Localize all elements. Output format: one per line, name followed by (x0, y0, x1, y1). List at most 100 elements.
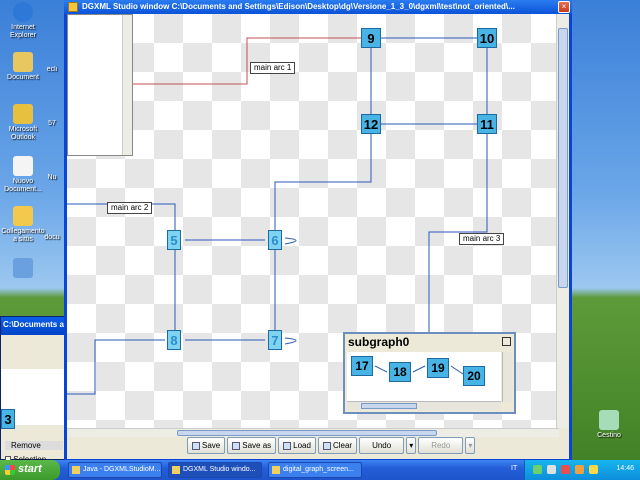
edge-12-6 (274, 134, 372, 232)
clear-icon (322, 441, 331, 450)
chevron-down-icon: ▾ (409, 441, 414, 450)
taskbar-item-label: DGXML Studio windo... (183, 466, 256, 473)
dgxml-studio-window[interactable]: DGXML Studio window C:\Documents and Set… (64, 0, 572, 462)
desktop-icon-label: Microsoft Outlook (8, 126, 38, 141)
java-tray-icon[interactable] (575, 465, 584, 474)
graph-node-7[interactable]: 7 (268, 330, 282, 350)
redo-dropdown-button[interactable]: ▾ (465, 437, 476, 454)
desktop-icon-network[interactable] (0, 258, 46, 280)
edge-19-20 (450, 365, 464, 375)
floppy-icon (192, 441, 200, 450)
desktop-icon-label: Nu (47, 174, 57, 181)
undo-button[interactable]: Undo (359, 437, 405, 454)
graph-node-9[interactable]: 9 (361, 28, 381, 48)
subgraph-title: subgraph0 (348, 335, 410, 349)
subgraph-frame[interactable]: subgraph0 17 18 19 20 (343, 332, 516, 414)
desktop-icon-label: 57 (48, 120, 56, 127)
graph-canvas[interactable]: 9 10 12 11 5 6 8 7 main arc 1 main arc 2… (67, 14, 559, 428)
system-tray: IT 14:46 (511, 460, 640, 480)
desktop-icon-label: Cestino (597, 432, 621, 439)
save-as-button[interactable]: Save as (227, 437, 277, 454)
graph-node-5[interactable]: 5 (167, 230, 181, 250)
desktop-icon-recycle-bin[interactable]: Cestino (586, 410, 632, 440)
app-icon (68, 2, 78, 12)
arc-label-main-arc-1[interactable]: main arc 1 (250, 62, 296, 74)
desktop-icon-col2[interactable]: ecli (40, 66, 64, 74)
bottom-toolbar: Save Save as Load Clear Undo ▾ Redo ▾ (187, 437, 476, 455)
subgraph-vertical-scrollbar[interactable] (502, 352, 512, 402)
desktop-icon-label: Document (7, 74, 39, 81)
subgraph-horizontal-scrollbar[interactable] (347, 401, 501, 410)
arc-label-main-arc-2[interactable]: main arc 2 (107, 202, 153, 214)
clear-button-label: Clear (332, 441, 353, 450)
graph-node-6[interactable]: 6 (268, 230, 282, 250)
taskbar-item-label: digital_graph_screen... (283, 466, 354, 473)
taskbar: start Java - DGXMLStudioM... DGXML Studi… (0, 460, 640, 480)
taskbar-clock[interactable]: 14:46 (616, 465, 634, 472)
save-as-icon (232, 441, 241, 450)
image-icon (272, 466, 280, 474)
subgraph-canvas[interactable]: 17 18 19 20 (347, 352, 501, 402)
update-tray-icon[interactable] (589, 465, 598, 474)
text-document-icon (13, 156, 33, 176)
taskbar-item-dgxml[interactable]: DGXML Studio windo... (168, 462, 262, 478)
graph-node-12[interactable]: 12 (361, 114, 381, 134)
subgraph-maximize-icon[interactable] (502, 337, 511, 346)
start-button[interactable]: start (0, 460, 60, 480)
close-button[interactable]: × (558, 1, 570, 13)
arc-label-main-arc-3[interactable]: main arc 3 (459, 233, 505, 245)
outlook-icon (13, 104, 33, 124)
desktop-icon-col2[interactable]: Nu (40, 174, 64, 182)
load-button-label: Load (293, 441, 311, 450)
subgraph-scroll-thumb[interactable] (361, 403, 417, 409)
window-title: DGXML Studio window C:\Documents and Set… (82, 2, 515, 11)
edge-17-18 (374, 365, 388, 373)
graph-node-11[interactable]: 11 (477, 114, 497, 134)
graph-node-8[interactable]: 8 (167, 330, 181, 350)
dgxml-app-icon (172, 466, 180, 474)
graph-node-10[interactable]: 10 (477, 28, 497, 48)
internet-explorer-icon (13, 2, 33, 22)
horizontal-scroll-thumb[interactable] (177, 430, 437, 436)
folder-open-icon (283, 441, 292, 450)
inner-panel-vscroll[interactable] (122, 15, 132, 155)
clear-button[interactable]: Clear (317, 437, 358, 454)
desktop-icon-col2[interactable]: 57 (40, 120, 64, 128)
edge-left-8 (67, 339, 165, 395)
save-button[interactable]: Save (187, 437, 226, 454)
menu-item-remove[interactable]: Remove (5, 441, 63, 450)
desktop-icon-label: Internet Explorer (9, 24, 37, 39)
background-window[interactable]: C:\Documents and 3 Remove Selection (0, 316, 66, 464)
canvas-vertical-scrollbar[interactable] (556, 14, 569, 428)
subgraph-node-18[interactable]: 18 (389, 362, 411, 382)
self-loop-7 (284, 337, 297, 345)
java-icon (72, 466, 80, 474)
subgraph-node-20[interactable]: 20 (463, 366, 485, 386)
load-button[interactable]: Load (278, 437, 316, 454)
edge-main-arc-1 (133, 37, 361, 85)
desktop-icon-col2[interactable]: docu (40, 234, 64, 242)
start-button-label: start (18, 463, 42, 475)
inner-scroll-panel[interactable] (67, 14, 133, 156)
volume-tray-icon[interactable] (547, 465, 556, 474)
windows-flag-icon (5, 465, 15, 475)
taskbar-item-screenshot[interactable]: digital_graph_screen... (268, 462, 362, 478)
subgraph-node-19[interactable]: 19 (427, 358, 449, 378)
graph-node[interactable]: 3 (1, 409, 15, 429)
taskbar-item-java[interactable]: Java - DGXMLStudioM... (68, 462, 162, 478)
self-loop-6 (284, 237, 297, 245)
vertical-scroll-thumb[interactable] (558, 28, 568, 288)
edge-18-19 (412, 365, 426, 373)
canvas-horizontal-scrollbar[interactable] (67, 428, 559, 437)
undo-dropdown-button[interactable]: ▾ (406, 437, 417, 454)
language-indicator[interactable]: IT (511, 465, 517, 472)
save-as-button-label: Save as (242, 441, 272, 450)
taskbar-item-label: Java - DGXMLStudioM... (83, 466, 161, 473)
desktop-icon-label: ecli (46, 66, 58, 73)
security-tray-icon[interactable] (561, 465, 570, 474)
network-tray-icon[interactable] (533, 465, 542, 474)
subgraph-node-17[interactable]: 17 (351, 356, 373, 376)
window-title-bar[interactable]: DGXML Studio window C:\Documents and Set… (64, 0, 572, 14)
desktop-icon-internet-explorer[interactable]: Internet Explorer (0, 2, 46, 40)
redo-button[interactable]: Redo (418, 437, 464, 454)
